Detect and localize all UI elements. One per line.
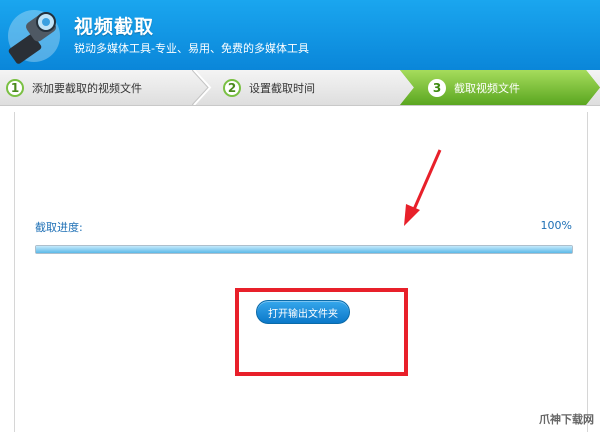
annotation-highlight-box: [235, 288, 408, 376]
camcorder-logo-icon: [8, 10, 60, 64]
progress-label: 截取进度:: [35, 221, 83, 234]
main-panel: [14, 112, 588, 432]
step-label: 添加要截取的视频文件: [32, 81, 142, 95]
wizard-steps: 1 添加要截取的视频文件 2 设置截取时间 3 截取视频文件: [0, 70, 600, 106]
app-title: 视频截取: [74, 16, 155, 38]
step-number: 3: [428, 78, 446, 97]
step-clip-video[interactable]: 3 截取视频文件: [428, 70, 520, 105]
watermark: 爪神下载网: [539, 413, 594, 426]
step-add-video[interactable]: 1 添加要截取的视频文件: [6, 70, 142, 105]
progress-fill: [36, 246, 572, 253]
step-divider-chevron: [192, 70, 212, 105]
progress-bar: [35, 245, 573, 254]
app-subtitle: 锐动多媒体工具-专业、易用、免费的多媒体工具: [74, 42, 309, 55]
step-number: 1: [6, 78, 24, 97]
annotation-arrow: [404, 149, 442, 226]
step-label: 设置截取时间: [249, 81, 315, 95]
app-header: 视频截取 锐动多媒体工具-专业、易用、免费的多媒体工具: [0, 0, 600, 70]
step-set-time[interactable]: 2 设置截取时间: [223, 70, 315, 105]
step-number: 2: [223, 78, 241, 97]
step-label: 截取视频文件: [454, 81, 520, 95]
progress-percent: 100%: [540, 219, 572, 232]
